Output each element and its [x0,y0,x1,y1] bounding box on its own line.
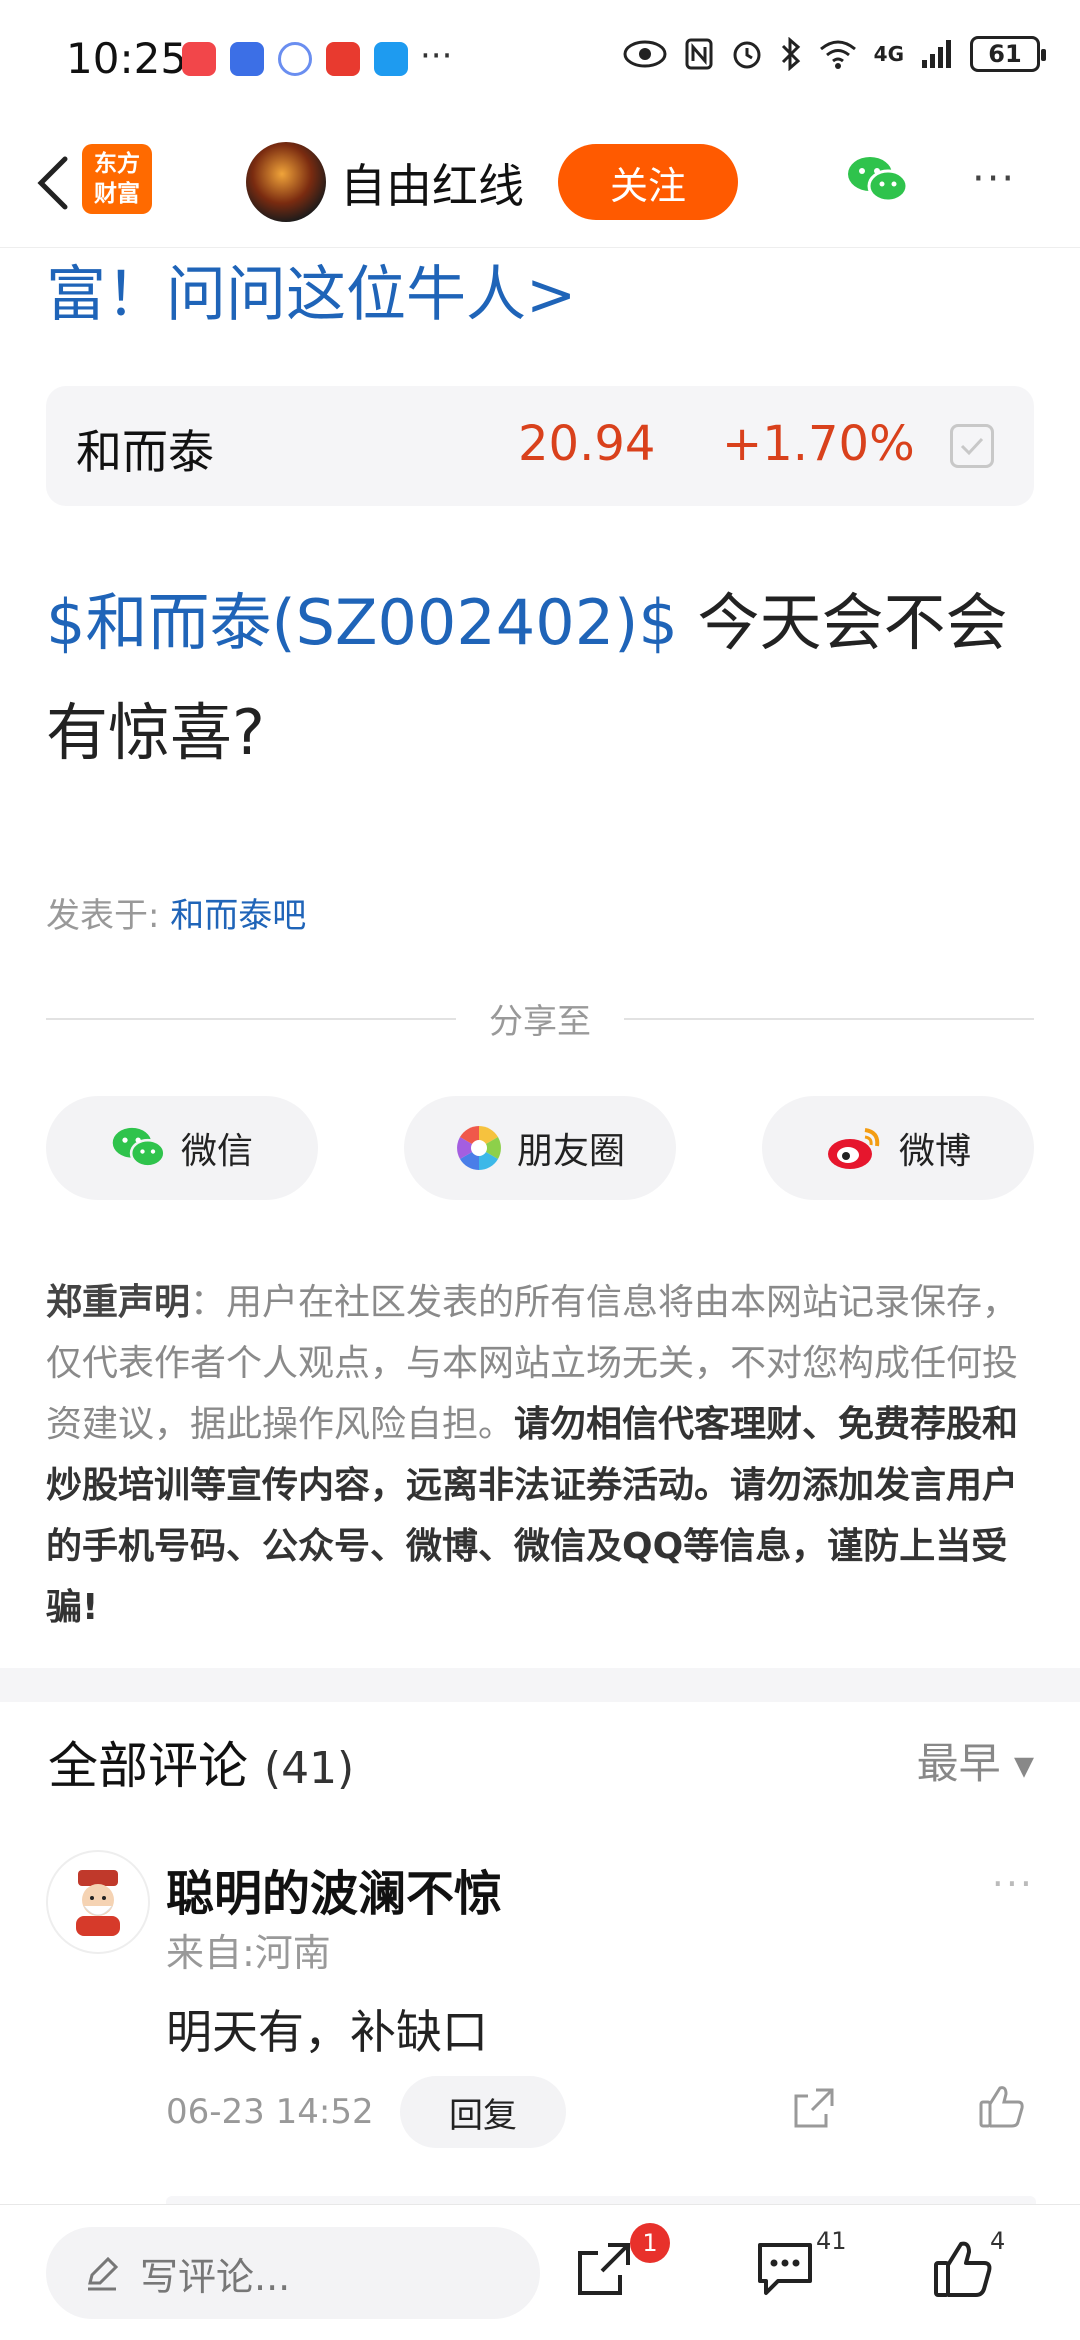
fortune-god-avatar-icon [76,1870,120,1936]
thumbs-up-icon [934,2241,992,2297]
write-comment-placeholder: 写评论... [140,2254,291,2299]
commenter-location: 来自:河南 [166,1931,331,1975]
comment-count-badge: 41 [816,2227,847,2255]
eye-comfort-icon [623,40,667,68]
share-moments-button[interactable]: 朋友圈 [404,1096,676,1200]
nfc-icon [685,38,713,70]
comment-more-button[interactable]: ··· [992,1862,1034,1906]
comments-header: 全部评论 (41) [48,1726,354,1798]
posted-in-label: 发表于: [46,896,160,936]
stock-name: 和而泰 [76,425,214,479]
comments-title: 全部评论 [48,1737,248,1795]
share-weibo-label: 微博 [898,1131,971,1172]
comment-like-button[interactable] [978,2084,1026,2134]
disclaimer-colon: ： [190,1282,227,1323]
caret-down-icon: ▼ [1014,1751,1034,1782]
share-wechat-button[interactable]: 微信 [46,1096,318,1200]
author-avatar[interactable] [246,142,326,222]
stock-mention-link[interactable]: $和而泰(SZ002402)$ [46,586,678,659]
moments-icon [457,1126,501,1170]
back-arrow-icon [37,156,68,210]
comments-count: (41) [263,1743,355,1794]
shopping-app-icon [182,42,216,76]
disclaimer-lead: 郑重声明 [46,1282,191,1323]
stock-price: 20.94 [518,416,656,472]
commenter-name[interactable]: 聪明的波澜不惊 [166,1854,502,1924]
signal-icon [922,40,951,68]
follow-button[interactable]: 关注 [558,144,738,220]
bottom-like-button[interactable] [932,2239,994,2303]
pencil-icon [88,2256,119,2291]
alarm-icon [733,41,761,69]
comment-bubble-icon [758,2243,812,2295]
bottom-comments-button[interactable] [754,2239,816,2303]
more-options-button[interactable]: ··· [972,156,1016,202]
commenter-avatar[interactable] [46,1850,150,1954]
like-count-badge: 4 [990,2227,1006,2255]
stock-card[interactable]: 和而泰 20.94 +1.70% [46,386,1034,506]
comment-reply-button[interactable]: 回复 [400,2076,566,2148]
flower-app-icon [278,42,312,76]
stock-change: +1.70% [722,416,915,472]
check-icon [960,437,984,456]
comment-time: 06-23 14:52 [166,2092,374,2132]
post-body: $和而泰(SZ002402)$ 今天会不会有惊喜? [46,568,1046,788]
wechat-share-button[interactable] [846,154,910,210]
share-moments-label: 朋友圈 [516,1131,625,1172]
status-bar: 10:25 ··· 4G 61 [0,0,1080,120]
bluetooth-icon [781,37,800,71]
battery-indicator: 61 [970,36,1046,72]
posted-in: 发表于: 和而泰吧 [46,888,306,937]
add-watchlist-checkbox[interactable] [950,424,994,468]
sort-label: 最早 [916,1739,1001,1788]
wechat-icon [112,1127,166,1168]
share-badge: 1 [630,2223,670,2263]
share-label: 分享至 [489,1002,591,1042]
comment-text: 明天有，补缺口 [166,2005,488,2059]
disclaimer: 郑重声明：用户在社区发表的所有信息将由本网站记录保存，仅代表作者个人观点，与本网… [46,1272,1036,1638]
status-time: 10:25 [66,34,188,83]
logo-line1: 东方 [94,151,140,177]
comment-share-button[interactable] [792,2086,836,2134]
section-divider [0,1668,1080,1702]
bottom-action-bar: 写评论... 1 41 4 [0,2204,1080,2340]
weibo-icon [827,1128,880,1169]
write-comment-input[interactable]: 写评论... [46,2227,540,2319]
top-nav: 东方 财富 自由红线 关注 ··· [0,120,1080,248]
share-out-icon [578,2243,630,2295]
bottom-share-button[interactable] [574,2239,634,2303]
notification-icons [182,42,408,76]
more-notifications-icon: ··· [420,36,453,76]
wifi-icon [819,40,856,69]
system-icons: 4G 61 [622,36,1046,72]
network-type-label: 4G [873,42,904,66]
author-name[interactable]: 自由红线 [340,150,524,216]
share-wechat-label: 微信 [180,1131,253,1172]
media-app-icon [326,42,360,76]
share-weibo-button[interactable]: 微博 [762,1096,1034,1200]
message-app-icon [374,42,408,76]
eye-app-icon [230,42,264,76]
promo-title-link[interactable]: 富！问问这位牛人> [46,246,576,333]
share-out-icon [794,2088,834,2128]
stock-bar-link[interactable]: 和而泰吧 [170,896,306,936]
wechat-icon [848,157,909,203]
eastmoney-logo[interactable]: 东方 财富 [82,144,152,214]
back-button[interactable] [22,148,82,218]
logo-line2: 财富 [94,181,140,207]
sort-dropdown[interactable]: 最早 ▼ [917,1730,1034,1791]
thumbs-up-icon [979,2086,1024,2128]
